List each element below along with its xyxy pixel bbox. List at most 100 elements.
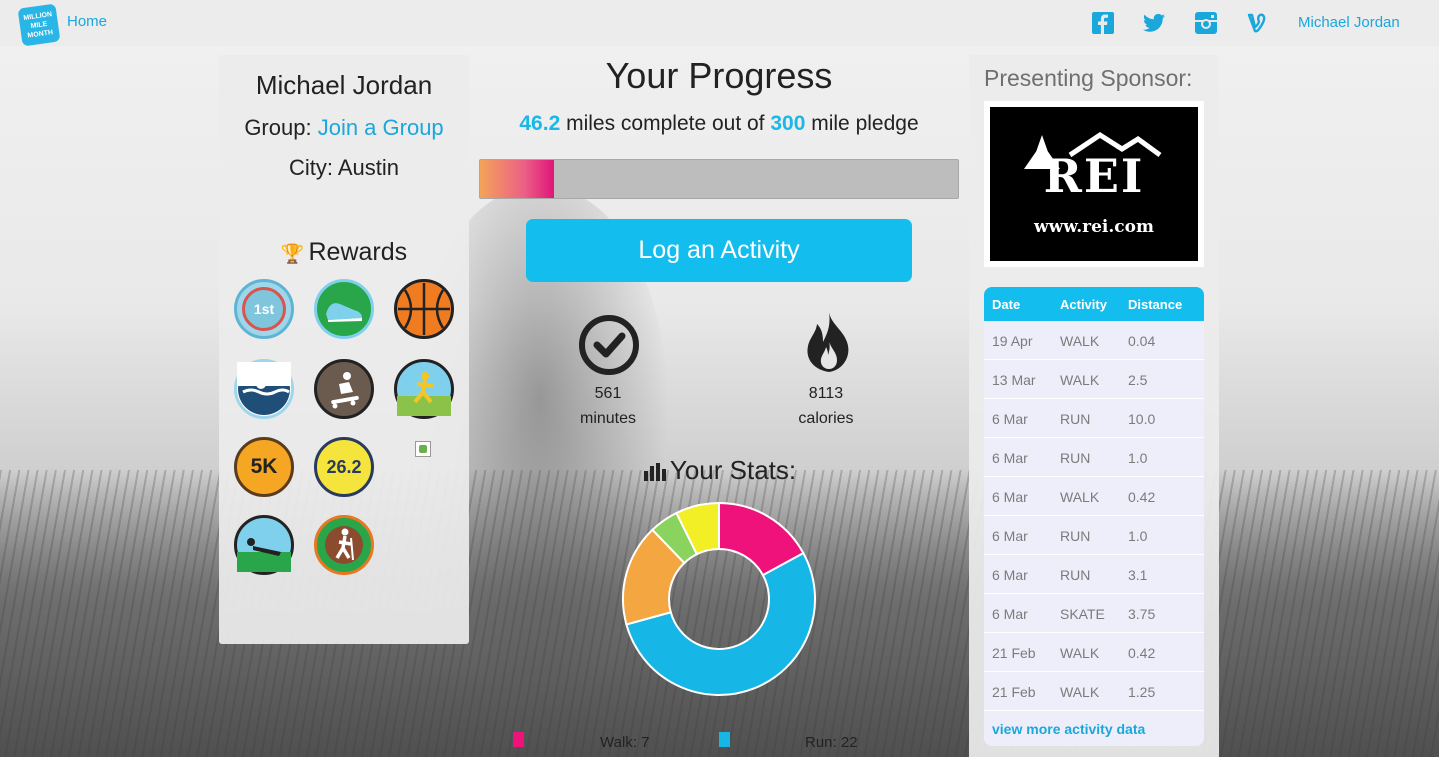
row-activity: SKATE xyxy=(1060,606,1105,622)
rei-logo-text: REI xyxy=(1043,149,1145,203)
row-date: 6 Mar xyxy=(992,567,1028,583)
first-badge-label: 1st xyxy=(242,287,286,331)
row-distance: 10.0 xyxy=(1128,411,1156,427)
row-activity: WALK xyxy=(1060,372,1100,388)
table-row: 19 Apr WALK 0.04 xyxy=(984,321,1204,360)
col-distance: Distance xyxy=(1128,297,1183,312)
profile-name: Michael Jordan xyxy=(255,70,433,100)
calories-label: calories xyxy=(798,410,854,427)
home-link[interactable]: Home xyxy=(67,13,107,30)
row-distance: 0.42 xyxy=(1128,645,1156,661)
site-logo[interactable]: MILLION MILE MONTH xyxy=(17,3,61,47)
facebook-icon[interactable] xyxy=(1092,12,1114,34)
row-activity: WALK xyxy=(1060,333,1100,349)
hiker-badge-icon[interactable] xyxy=(314,515,374,575)
row-distance: 3.1 xyxy=(1128,567,1148,583)
calories-value: 8113 xyxy=(808,385,844,402)
row-activity: WALK xyxy=(1060,684,1100,700)
activity-table: Date Activity Distance 19 Apr WALK 0.04 13 … xyxy=(984,287,1204,746)
row-date: 13 Mar xyxy=(992,372,1036,388)
trophy-icon: 🏆 xyxy=(280,244,305,265)
miles-complete: 46.2 xyxy=(519,112,561,135)
row-distance: 0.42 xyxy=(1128,489,1156,505)
mile-pledge: 300 xyxy=(770,112,806,135)
runner-beach-badge-icon[interactable] xyxy=(394,359,454,419)
table-row: 6 Mar RUN 3.1 xyxy=(984,555,1204,594)
view-more-activity-link[interactable]: view more activity data xyxy=(992,721,1145,737)
row-distance: 3.75 xyxy=(1128,606,1156,622)
5k-badge-icon[interactable]: 5K xyxy=(234,437,294,497)
progress-mid-text: miles complete out of xyxy=(560,112,771,135)
row-date: 6 Mar xyxy=(992,411,1028,427)
flame-icon xyxy=(799,310,859,379)
marathon-badge-label: 26.2 xyxy=(326,456,362,477)
row-date: 6 Mar xyxy=(992,606,1028,622)
progress-title: Your Progress xyxy=(605,55,833,96)
row-activity: WALK xyxy=(1060,645,1100,661)
sponsor-panel: Presenting Sponsor: REI www.rei.com Date… xyxy=(969,55,1219,757)
legend-walk-swatch xyxy=(513,732,524,747)
rewards-title: Rewards xyxy=(308,238,408,266)
rewards-heading: 🏆 Rewards xyxy=(219,238,469,267)
user-menu-link[interactable]: Michael Jordan xyxy=(1298,14,1400,31)
broken-image-icon xyxy=(415,441,431,457)
twitter-icon[interactable] xyxy=(1143,12,1165,34)
row-date: 19 Apr xyxy=(992,333,1033,349)
row-date: 21 Feb xyxy=(992,684,1036,700)
legend-run-text: Run: 22 xyxy=(805,734,858,751)
stats-title: Your Stats: xyxy=(669,455,797,485)
row-date: 6 Mar xyxy=(992,450,1028,466)
row-distance: 0.04 xyxy=(1128,333,1156,349)
log-activity-button[interactable]: Log an Activity xyxy=(526,219,912,282)
skateboard-badge-icon[interactable] xyxy=(314,359,374,419)
profile-city: City: Austin xyxy=(288,155,400,180)
5k-badge-label: 5K xyxy=(250,455,278,478)
row-activity: RUN xyxy=(1060,528,1091,544)
col-activity: Activity xyxy=(1060,297,1107,312)
row-activity: WALK xyxy=(1060,489,1100,505)
marathon-badge-icon[interactable]: 26.2 xyxy=(314,437,374,497)
swimmer-badge-icon[interactable] xyxy=(234,515,294,575)
top-navbar: MILLION MILE MONTH Home Michael Jordan xyxy=(0,0,1439,47)
table-row: 21 Feb WALK 1.25 xyxy=(984,672,1204,711)
profile-panel: Michael Jordan Group: Join a Group City:… xyxy=(219,55,469,644)
progress-end-text: mile pledge xyxy=(805,112,919,135)
first-badge-icon[interactable]: 1st xyxy=(234,279,294,339)
minutes-value: 561 xyxy=(594,385,622,402)
row-distance: 1.25 xyxy=(1128,684,1156,700)
minutes-label: minutes xyxy=(579,410,637,427)
col-date: Date xyxy=(992,297,1021,312)
profile-group: Group: Join a Group xyxy=(219,115,469,141)
shoe-badge-icon[interactable] xyxy=(314,279,374,339)
table-row: 6 Mar RUN 10.0 xyxy=(984,399,1204,438)
stats-heading: Your Stats: xyxy=(620,455,820,488)
sponsor-title: Presenting Sponsor: xyxy=(984,65,1193,91)
row-date: 21 Feb xyxy=(992,645,1036,661)
clock-icon xyxy=(578,314,640,381)
vine-icon[interactable] xyxy=(1246,12,1268,34)
row-activity: RUN xyxy=(1060,411,1091,427)
row-distance: 1.0 xyxy=(1128,528,1148,544)
stats-donut-chart xyxy=(622,501,816,696)
basketball-badge-icon[interactable] xyxy=(394,279,454,339)
table-row: 13 Mar WALK 2.5 xyxy=(984,360,1204,399)
table-row: 21 Feb WALK 0.42 xyxy=(984,633,1204,672)
row-date: 6 Mar xyxy=(992,528,1028,544)
table-row: 6 Mar RUN 1.0 xyxy=(984,438,1204,477)
progress-summary: 46.2 miles complete out of 300 mile pled… xyxy=(479,112,959,136)
progress-bar xyxy=(479,159,959,199)
legend-walk-text: Walk: 7 xyxy=(600,734,650,751)
join-group-link[interactable]: Join a Group xyxy=(318,115,444,140)
row-distance: 1.0 xyxy=(1128,450,1148,466)
legend-run-swatch xyxy=(719,732,730,747)
instagram-icon[interactable] xyxy=(1195,12,1217,34)
rei-logo-url: www.rei.com xyxy=(1034,217,1154,237)
row-distance: 2.5 xyxy=(1128,372,1148,388)
sponsor-logo-box[interactable]: REI www.rei.com xyxy=(984,101,1204,267)
table-row: 6 Mar SKATE 3.75 xyxy=(984,594,1204,633)
row-date: 6 Mar xyxy=(992,489,1028,505)
bar-chart-icon xyxy=(643,457,666,488)
rei-logo: REI www.rei.com xyxy=(990,107,1198,261)
progress-bar-fill xyxy=(480,160,554,198)
swim-badge-icon[interactable] xyxy=(234,359,294,419)
